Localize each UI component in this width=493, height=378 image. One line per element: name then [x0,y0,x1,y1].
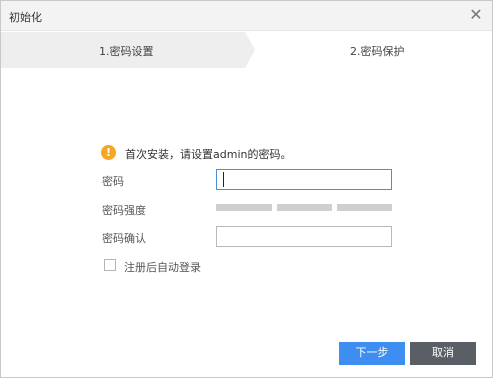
strength-bar-1 [216,204,272,211]
step-1-label: 1.密码设置 [99,45,154,58]
password-input[interactable] [216,169,392,190]
auto-login-label: 注册后自动登录 [124,261,201,274]
step-indicator: 1.密码设置 2.密码保护 [1,32,492,68]
auto-login-checkbox[interactable] [104,259,116,271]
notice-text: 首次安装，请设置admin的密码。 [125,148,292,161]
next-button[interactable]: 下一步 [339,342,405,365]
cancel-button[interactable]: 取消 [410,342,476,365]
password-label: 密码 [102,175,124,188]
strength-bar-3 [337,204,392,211]
confirm-password-input[interactable] [216,226,392,247]
warning-icon: ! [101,145,116,160]
init-dialog: 初始化 ✕ 1.密码设置 2.密码保护 ! 首次安装，请设置admin的密码。 … [0,0,493,378]
step-2-label: 2.密码保护 [350,45,405,58]
close-icon[interactable]: ✕ [468,7,484,23]
strength-bar-2 [277,204,332,211]
dialog-title: 初始化 [9,11,42,24]
title-bar: 初始化 ✕ [1,1,492,31]
password-strength-label: 密码强度 [102,204,146,217]
text-caret [223,172,224,187]
confirm-password-label: 密码确认 [102,232,146,245]
